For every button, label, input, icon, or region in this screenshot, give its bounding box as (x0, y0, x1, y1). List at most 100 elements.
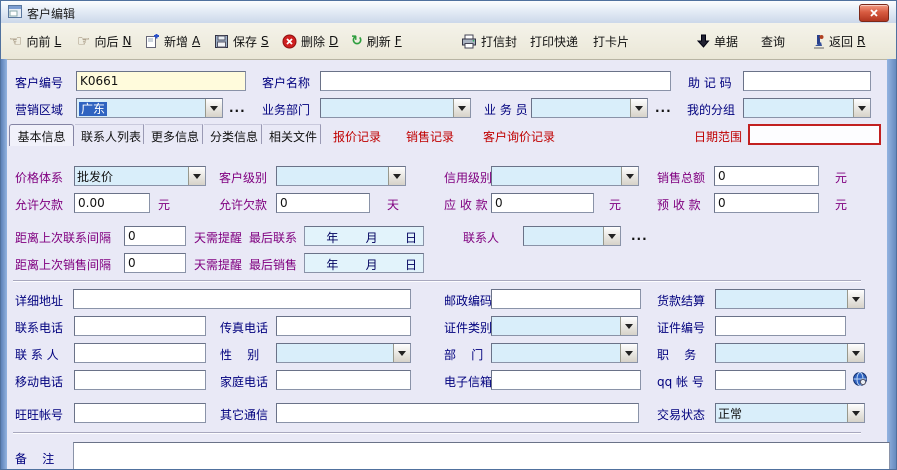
delete-button[interactable]: 删除D (282, 31, 338, 51)
year-label: 年 (305, 227, 344, 245)
save-button[interactable]: 保存S (214, 31, 269, 51)
price-system-combobox[interactable]: 批发价 (74, 166, 206, 186)
contact-combobox[interactable] (523, 226, 621, 246)
customer-level-combobox[interactable] (276, 166, 406, 186)
department-combobox[interactable] (320, 98, 471, 118)
chevron-down-icon[interactable] (630, 99, 647, 117)
receivable-input[interactable] (491, 193, 594, 213)
job-combobox[interactable] (715, 343, 865, 363)
dept-combobox[interactable] (491, 343, 638, 363)
address-input[interactable] (73, 289, 411, 309)
globe-icon[interactable] (852, 371, 868, 387)
chevron-down-icon[interactable] (205, 99, 222, 117)
inquiry-records-link[interactable]: 客户询价记录 (483, 128, 555, 145)
credit-level-combobox[interactable] (491, 166, 639, 186)
return-button[interactable]: 返回R (813, 31, 865, 51)
chevron-down-icon[interactable] (388, 167, 405, 185)
gender-value (277, 344, 393, 362)
fax-input[interactable] (276, 316, 411, 336)
phone-input[interactable] (74, 316, 206, 336)
total-sales-input[interactable] (714, 166, 819, 186)
month-label: 月 (344, 227, 383, 245)
title-bar: 客户编辑 (1, 1, 896, 24)
chevron-down-icon[interactable] (620, 317, 637, 335)
chevron-down-icon[interactable] (847, 344, 864, 362)
postal-input[interactable] (491, 289, 641, 309)
other-comm-input[interactable] (276, 403, 639, 423)
customer-name-input[interactable] (320, 71, 671, 91)
tab-category-info[interactable]: 分类信息 (204, 124, 262, 144)
settle-combobox[interactable] (715, 289, 865, 309)
id-no-input[interactable] (715, 316, 846, 336)
contact-name-input[interactable] (74, 343, 206, 363)
region-browse-button[interactable]: ... (229, 101, 246, 115)
id-type-label: 证件类别 (444, 319, 492, 336)
last-contact-date-field[interactable]: 年 月 日 (304, 226, 424, 246)
dept-value (492, 344, 620, 362)
salesman-combobox[interactable] (531, 98, 648, 118)
credit-level-label: 信用级别 (444, 169, 492, 186)
qq-input[interactable] (715, 370, 846, 390)
advance-label: 预 收 款 (657, 196, 701, 213)
chevron-down-icon[interactable] (847, 290, 864, 308)
sales-interval-input[interactable] (124, 253, 186, 273)
salesman-browse-button[interactable]: ... (655, 101, 672, 115)
wangwang-input[interactable] (74, 403, 206, 423)
chevron-down-icon[interactable] (847, 404, 864, 422)
credit-level-value (492, 167, 621, 185)
sales-records-link[interactable]: 销售记录 (406, 128, 454, 145)
quote-records-link[interactable]: 报价记录 (333, 128, 381, 145)
status-label: 交易状态 (657, 406, 705, 423)
refresh-icon: ↻ (351, 34, 363, 48)
window-frame-right (887, 59, 897, 470)
new-button[interactable]: 新增A (145, 31, 200, 51)
advance-input[interactable] (714, 193, 819, 213)
status-combobox[interactable]: 正常 (715, 403, 865, 423)
chevron-down-icon[interactable] (620, 344, 637, 362)
chevron-down-icon[interactable] (453, 99, 470, 117)
hand-right-icon: ☞ (77, 34, 90, 48)
close-icon (869, 8, 879, 18)
tab-related-files[interactable]: 相关文件 (263, 124, 321, 144)
close-button[interactable] (859, 4, 889, 22)
salesman-value (532, 99, 630, 117)
date-range-input[interactable] (748, 124, 881, 145)
mobile-input[interactable] (74, 370, 206, 390)
my-group-combobox[interactable] (743, 98, 871, 118)
contact-interval-input[interactable] (124, 226, 186, 246)
tab-basic-info[interactable]: 基本信息 (9, 124, 74, 146)
id-type-combobox[interactable] (491, 316, 638, 336)
print-express-button[interactable]: 打印快递 (530, 31, 578, 51)
floppy-disk-icon (214, 34, 229, 49)
next-button[interactable]: ☞ 向后N (77, 31, 131, 51)
gender-combobox[interactable] (276, 343, 411, 363)
remark-textarea[interactable] (73, 442, 890, 470)
customer-level-label: 客户级别 (219, 169, 267, 186)
home-phone-input[interactable] (276, 370, 411, 390)
documents-button[interactable]: 单据 (697, 31, 738, 51)
allow-debt-days-unit: 天 (387, 196, 399, 213)
chevron-down-icon[interactable] (853, 99, 870, 117)
query-button[interactable]: 查询 (761, 31, 785, 51)
allow-debt-days-input[interactable] (276, 193, 370, 213)
print-card-button[interactable]: 打卡片 (593, 31, 629, 51)
print-envelope-button[interactable]: 打信封 (461, 31, 517, 51)
allow-debt-amount-input[interactable] (74, 193, 150, 213)
tab-more-info[interactable]: 更多信息 (145, 124, 203, 144)
contact-interval-suffix: 天需提醒 (194, 229, 242, 246)
chevron-down-icon[interactable] (188, 167, 205, 185)
refresh-button[interactable]: ↻ 刷新F (351, 31, 402, 51)
region-combobox[interactable]: 广东 (76, 98, 223, 118)
tab-contact-list[interactable]: 联系人列表 (75, 124, 144, 144)
customer-no-input[interactable] (76, 71, 246, 91)
last-sale-date-field[interactable]: 年 月 日 (304, 253, 424, 273)
other-comm-label: 其它通信 (220, 406, 268, 423)
contact-browse-button[interactable]: ... (631, 229, 648, 243)
prev-button[interactable]: ☜ 向前L (9, 31, 61, 51)
chevron-down-icon[interactable] (393, 344, 410, 362)
chevron-down-icon[interactable] (621, 167, 638, 185)
day-label: 日 (384, 227, 423, 245)
mnemonic-input[interactable] (743, 71, 871, 91)
chevron-down-icon[interactable] (603, 227, 620, 245)
email-input[interactable] (491, 370, 641, 390)
